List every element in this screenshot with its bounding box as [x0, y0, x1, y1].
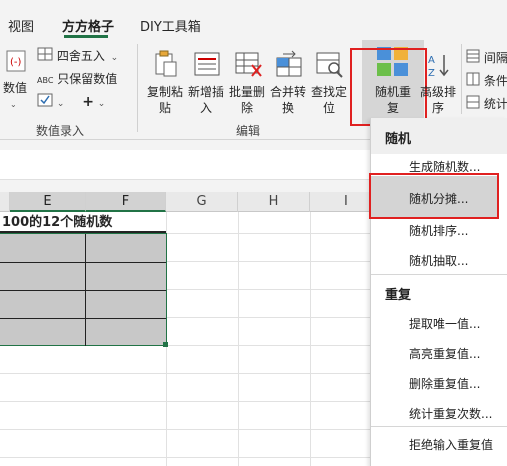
sort-az-icon: AZ	[426, 52, 452, 81]
menu-separator	[371, 274, 507, 275]
menu-section-random: 随机	[385, 132, 412, 147]
title-cell[interactable]: 100的12个随机数	[0, 212, 166, 233]
fill-handle[interactable]	[163, 342, 168, 347]
advanced-sort-label-2: 序	[431, 101, 444, 115]
interval-icon	[466, 49, 480, 69]
insert-rows-icon	[194, 52, 220, 79]
svg-text:Z: Z	[428, 68, 435, 78]
merge-convert-button[interactable]: 合并转 换	[268, 46, 308, 120]
interval-button[interactable]: 间隔	[466, 48, 507, 68]
round-button[interactable]: 四舍五入 ⌄	[37, 46, 127, 66]
tab-view[interactable]: 视图	[8, 18, 34, 38]
batch-delete-button[interactable]: 批量删 除	[227, 46, 267, 120]
abc-icon: ABC	[37, 76, 54, 85]
formula-icon: (-)	[6, 50, 26, 72]
numeric-button-label: 数值	[2, 81, 27, 95]
copy-paste-label-2: 贴	[158, 101, 171, 115]
menu-item-highlight-duplicates[interactable]: 高亮重复值...	[409, 345, 480, 362]
chevron-down-icon[interactable]: ⌄	[57, 99, 65, 109]
condition-button[interactable]: 条件	[466, 71, 507, 91]
group-label-numeric-entry: 数值录入	[36, 124, 85, 138]
formula-bar[interactable]	[0, 150, 370, 180]
svg-text:A: A	[428, 55, 435, 66]
worksheet-grid[interactable]: 100的12个随机数	[0, 212, 370, 466]
column-header-h[interactable]: H	[238, 192, 310, 212]
statistics-icon	[466, 95, 480, 115]
grid-line	[238, 212, 239, 466]
merge-label-2: 换	[281, 101, 294, 115]
group-divider	[461, 44, 462, 114]
chevron-down-icon[interactable]: ⌄	[98, 99, 106, 109]
menu-item-random-sort[interactable]: 随机排序...	[409, 222, 468, 239]
grid-line	[310, 212, 311, 466]
condition-label: 条件	[483, 74, 507, 88]
statistics-button[interactable]: 统计	[466, 94, 507, 114]
advanced-sort-button[interactable]: AZ 高级排 序	[418, 46, 458, 120]
grid-line	[0, 373, 370, 374]
column-header-d-partial[interactable]	[0, 192, 10, 212]
menu-item-delete-duplicates[interactable]: 删除重复值...	[409, 375, 480, 392]
menu-separator	[371, 426, 507, 427]
batch-delete-label-1: 批量删	[228, 85, 265, 99]
menu-item-reject-duplicate-input[interactable]: 拒绝输入重复值	[409, 436, 493, 453]
keep-values-label: 只保留数值	[57, 72, 118, 86]
chevron-down-icon: ⌄	[110, 53, 119, 63]
misc-tools-row: ⌄ + ⌄	[37, 92, 117, 112]
find-locate-button[interactable]: 查找定 位	[309, 46, 349, 120]
grid-line	[0, 429, 370, 430]
copy-paste-label-1: 复制粘	[146, 85, 183, 99]
numeric-button[interactable]: (-) 数值 ⌄	[0, 48, 30, 109]
keep-values-button[interactable]: ABC 只保留数值	[37, 69, 132, 89]
insert-button[interactable]: 新增插 入	[186, 46, 226, 120]
group-label-edit: 编辑	[236, 124, 261, 138]
clipboard-icon	[154, 50, 178, 81]
merge-icon	[275, 50, 303, 81]
cell-border	[0, 318, 166, 319]
condition-icon	[466, 72, 480, 92]
copy-paste-button[interactable]: 复制粘 贴	[145, 46, 185, 120]
checklist-icon[interactable]	[37, 93, 53, 113]
group-divider	[137, 44, 138, 132]
highlight-box	[350, 48, 427, 126]
plus-icon[interactable]: +	[82, 94, 94, 110]
find-label-1: 查找定	[310, 85, 347, 99]
grid-line	[0, 401, 370, 402]
random-repeat-menu: 随机 生成随机数... 随机分摊... 随机排序... 随机抽取... 重复 提…	[369, 118, 507, 466]
ribbon-tab-bar: 视图 方方格子 DIY工具箱	[0, 0, 507, 38]
merge-label-1: 合并转	[269, 85, 306, 99]
formula-gap	[0, 180, 370, 192]
menu-item-random-extract[interactable]: 随机抽取...	[409, 252, 468, 269]
cell-border	[0, 290, 166, 291]
column-header-f[interactable]: F	[86, 192, 166, 212]
menu-item-extract-unique[interactable]: 提取唯一值...	[409, 315, 480, 332]
chevron-down-icon: ⌄	[10, 100, 17, 109]
interval-label: 间隔	[483, 51, 507, 65]
advanced-sort-label-1: 高级排	[419, 85, 456, 99]
column-header-g[interactable]: G	[166, 192, 238, 212]
ribbon-gap	[0, 140, 370, 150]
batch-delete-label-2: 除	[240, 101, 253, 115]
grid-icon	[37, 47, 53, 67]
tab-diy-toolbox[interactable]: DIY工具箱	[140, 18, 201, 38]
svg-text:(-): (-)	[10, 57, 22, 68]
highlight-box	[369, 173, 499, 219]
cell-border	[0, 262, 166, 263]
column-header-row: E F G H I	[0, 192, 370, 212]
selected-range[interactable]	[0, 233, 168, 347]
find-label-2: 位	[322, 101, 335, 115]
statistics-label: 统计	[483, 97, 507, 111]
insert-label-2: 入	[199, 101, 212, 115]
column-header-i[interactable]: I	[310, 192, 370, 212]
delete-grid-icon	[235, 52, 263, 81]
round-label: 四舍五入	[56, 49, 105, 63]
menu-section-repeat: 重复	[385, 288, 412, 303]
insert-label-1: 新增插	[187, 85, 224, 99]
menu-item-count-duplicates[interactable]: 统计重复次数...	[409, 405, 492, 422]
column-header-e[interactable]: E	[10, 192, 86, 212]
grid-line	[0, 457, 370, 458]
find-icon	[316, 52, 344, 81]
